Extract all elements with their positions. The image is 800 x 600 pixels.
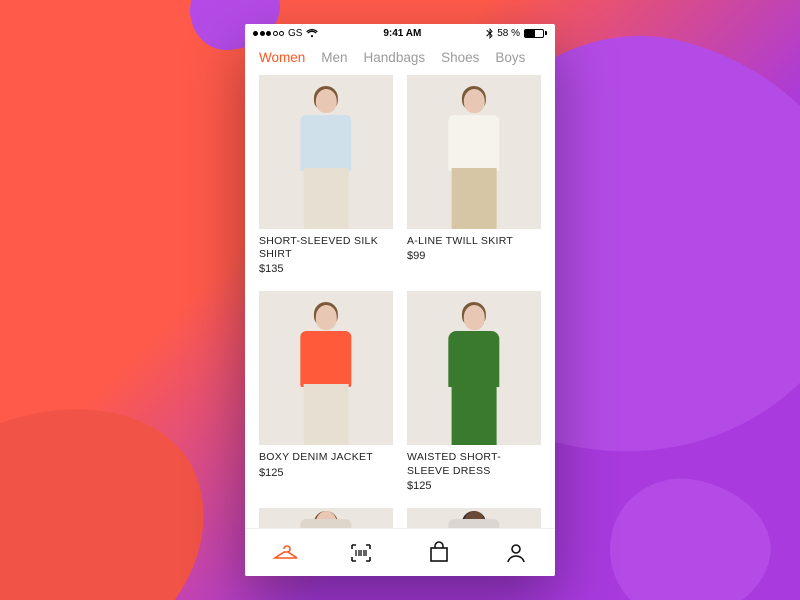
status-left: GS <box>253 28 318 39</box>
bg-blob <box>0 367 245 600</box>
bluetooth-icon <box>486 28 493 39</box>
phone-frame: GS 9:41 AM 58 % Women Men Handbags Shoes… <box>245 24 555 576</box>
signal-icon <box>253 31 284 36</box>
background: GS 9:41 AM 58 % Women Men Handbags Shoes… <box>0 0 800 600</box>
bg-blob <box>599 467 781 600</box>
product-image <box>407 508 541 528</box>
tab-women[interactable]: Women <box>259 50 305 65</box>
product-price: $99 <box>407 250 541 262</box>
product-card[interactable]: WAISTED SHORT-SLEEVE DRESS $125 <box>407 291 541 491</box>
product-image <box>259 291 393 445</box>
product-name: BOXY DENIM JACKET <box>259 451 393 464</box>
product-name: WAISTED SHORT-SLEEVE DRESS <box>407 451 541 477</box>
product-image <box>407 291 541 445</box>
tab-handbags[interactable]: Handbags <box>364 50 426 65</box>
profile-icon[interactable] <box>503 540 529 566</box>
product-price: $135 <box>259 263 393 275</box>
barcode-icon[interactable] <box>348 540 374 566</box>
product-price: $125 <box>407 480 541 492</box>
battery-pct: 58 % <box>497 28 520 39</box>
product-image <box>259 508 393 528</box>
product-image <box>407 75 541 229</box>
status-right: 58 % <box>486 28 547 39</box>
status-bar: GS 9:41 AM 58 % <box>245 24 555 42</box>
product-card[interactable] <box>259 508 393 528</box>
tab-boys[interactable]: Boys <box>495 50 525 65</box>
bag-icon[interactable] <box>426 540 452 566</box>
product-price: $125 <box>259 467 393 479</box>
category-tabs: Women Men Handbags Shoes Boys <box>245 42 555 75</box>
product-card[interactable]: SHORT-SLEEVED SILK SHIRT $135 <box>259 75 393 275</box>
product-image <box>259 75 393 229</box>
carrier-label: GS <box>288 28 302 39</box>
battery-icon <box>524 29 547 38</box>
product-name: SHORT-SLEEVED SILK SHIRT <box>259 235 393 261</box>
product-name: A-LINE TWILL SKIRT <box>407 235 541 248</box>
status-time: 9:41 AM <box>383 28 421 39</box>
hanger-icon[interactable] <box>271 540 297 566</box>
product-grid[interactable]: SHORT-SLEEVED SILK SHIRT $135 A-LINE TWI… <box>245 75 555 528</box>
product-card[interactable]: A-LINE TWILL SKIRT $99 <box>407 75 541 275</box>
tab-men[interactable]: Men <box>321 50 347 65</box>
product-card[interactable]: BOXY DENIM JACKET $125 <box>259 291 393 491</box>
bottom-tabbar <box>245 528 555 576</box>
product-card[interactable] <box>407 508 541 528</box>
tab-shoes[interactable]: Shoes <box>441 50 479 65</box>
wifi-icon <box>306 29 318 38</box>
